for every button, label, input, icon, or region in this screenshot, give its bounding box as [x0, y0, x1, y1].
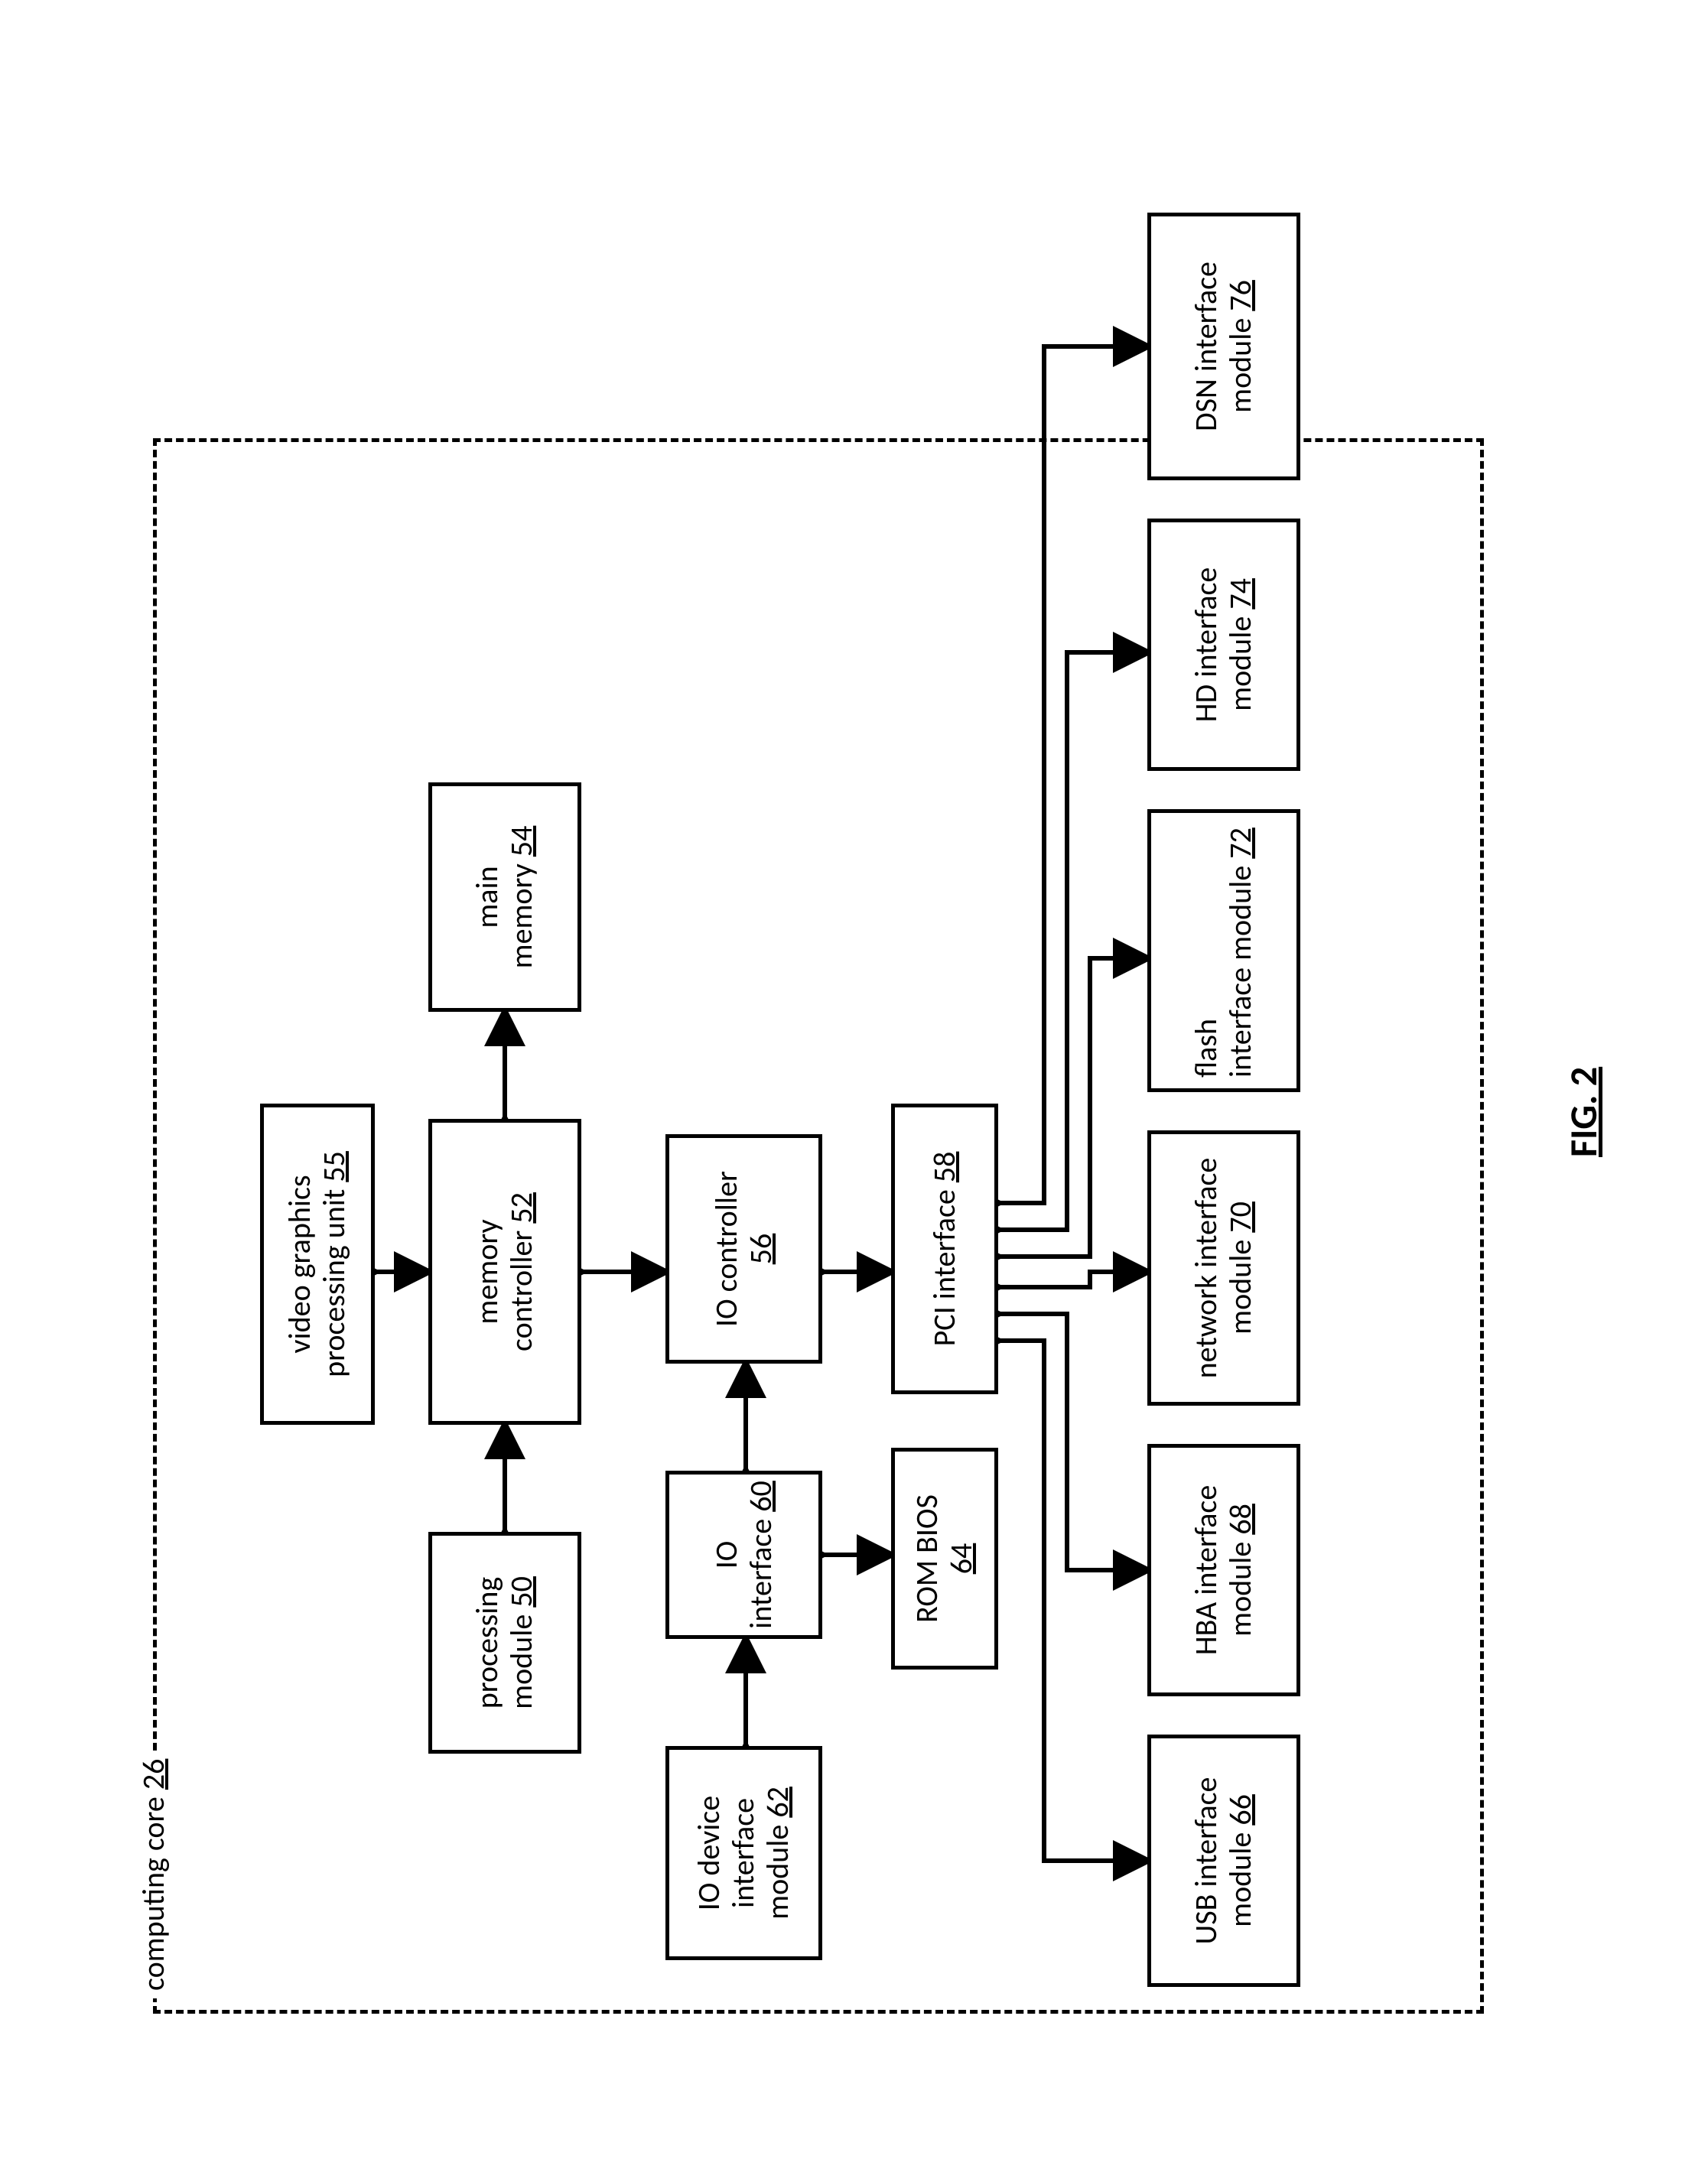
diagram-canvas: computing core 26 — [0, 0, 1708, 2159]
network-interface-module: network interface module 70 — [1147, 1130, 1300, 1406]
io-controller: IO controller 56 — [665, 1134, 822, 1364]
rom-bios: ROM BIOS 64 — [891, 1448, 998, 1670]
flash-interface-module: flash interface module 72 — [1147, 809, 1300, 1092]
memory-controller: memory controller 52 — [428, 1119, 581, 1425]
main-memory: main memory 54 — [428, 782, 581, 1012]
video-graphics-processing-unit: video graphics processing unit 55 — [260, 1104, 375, 1425]
processing-module: processing module 50 — [428, 1532, 581, 1754]
io-interface: IO interface 60 — [665, 1471, 822, 1639]
hba-interface-module: HBA interface module 68 — [1147, 1444, 1300, 1696]
figure-caption: FIG. 2 — [1560, 1067, 1607, 1157]
hd-interface-module: HD interface module 74 — [1147, 519, 1300, 771]
io-device-interface-module: IO device interface module 62 — [665, 1746, 822, 1960]
computing-core-label: computing core 26 — [135, 1751, 172, 1998]
usb-interface-module: USB interface module 66 — [1147, 1735, 1300, 1987]
dsn-interface-module: DSN interface module 76 — [1147, 213, 1300, 480]
pci-interface: PCI interface 58 — [891, 1104, 998, 1394]
